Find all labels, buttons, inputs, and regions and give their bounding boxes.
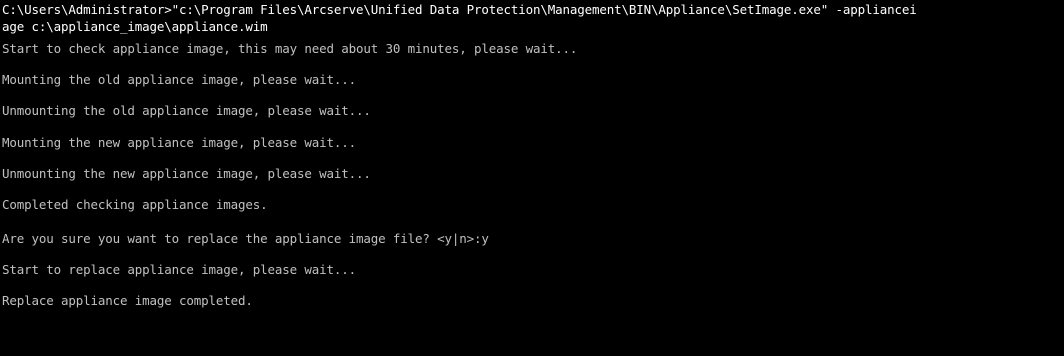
console-output-line: Unmounting the old appliance image, plea…	[2, 103, 371, 118]
console-output-line: Start to replace appliance image, please…	[2, 262, 357, 277]
console-output-line: Replace appliance image completed.	[2, 293, 253, 308]
console-output-line: Mounting the new appliance image, please…	[2, 135, 357, 150]
console-output-line: Start to check appliance image, this may…	[2, 41, 578, 56]
console-output-line: Mounting the old appliance image, please…	[2, 72, 357, 87]
console-command-line: C:\Users\Administrator>"c:\Program Files…	[2, 2, 917, 17]
console-output-line: Unmounting the new appliance image, plea…	[2, 166, 371, 181]
console-output-line: Completed checking appliance images.	[2, 197, 268, 212]
console-window[interactable]: C:\Users\Administrator>"c:\Program Files…	[0, 0, 1064, 356]
console-command-line-wrap: age c:\appliance_image\appliance.wim	[2, 19, 268, 34]
console-prompt-line: Are you sure you want to replace the app…	[2, 231, 489, 246]
